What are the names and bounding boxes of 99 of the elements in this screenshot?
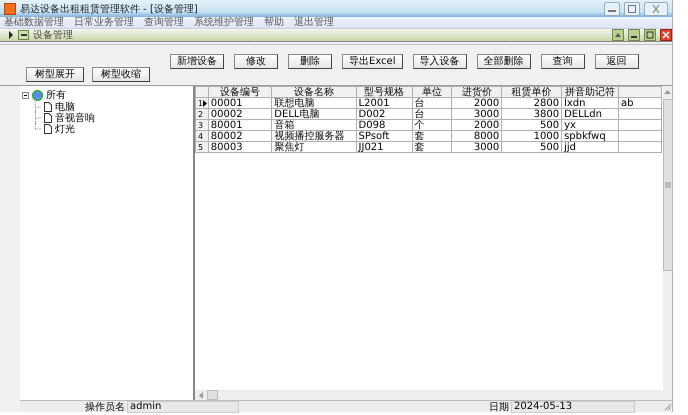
table-cell: yx	[562, 120, 618, 130]
close-button[interactable]	[644, 2, 668, 16]
menu-item[interactable]: 帮助	[264, 17, 284, 28]
table-cell: 视频播控服务器	[272, 130, 356, 142]
table-cell: 音箱	[272, 120, 356, 130]
column-header[interactable]: 设备编号	[208, 86, 272, 98]
table-cell: 3000	[452, 108, 502, 120]
tree-item[interactable]: 所有	[46, 88, 66, 102]
maximize-button[interactable]	[624, 2, 640, 16]
menu-item[interactable]: 系统维护管理	[194, 17, 254, 28]
minimize-button[interactable]	[604, 2, 620, 16]
column-header[interactable]: 设备名称	[272, 86, 356, 98]
action-button[interactable]: 全部删除	[476, 54, 530, 69]
operator-label: 操作员名	[84, 400, 126, 414]
row-pointer-icon	[202, 100, 207, 107]
table-cell: 3000	[452, 142, 502, 152]
table-cell: D002	[356, 108, 412, 120]
action-button[interactable]: 导出Excel	[342, 54, 402, 69]
column-header[interactable]: 单位	[412, 86, 452, 98]
table-cell: ab	[618, 98, 662, 108]
window-title: 易达设备出租租赁管理软件 - [设备管理]	[20, 2, 198, 16]
scroll-left-icon[interactable]	[198, 392, 203, 398]
table-cell: 8000	[452, 130, 502, 142]
menu-item[interactable]: 查询管理	[144, 17, 184, 28]
table-cell: 500	[502, 142, 562, 152]
restore-button[interactable]	[612, 29, 624, 41]
row-header[interactable]: 3	[196, 120, 208, 130]
date-field: 2024-05-13	[511, 400, 635, 412]
scroll-up-icon[interactable]	[664, 89, 671, 94]
table-cell: 00002	[208, 108, 272, 120]
close-icon	[662, 31, 670, 39]
table-cell: 套	[412, 130, 452, 142]
menu-item[interactable]: 退出管理	[294, 17, 334, 28]
table-cell: 台	[412, 108, 452, 120]
action-button[interactable]: 修改	[234, 54, 278, 69]
maximize-button[interactable]	[644, 29, 656, 41]
close-icon	[651, 4, 661, 12]
table-cell: 80003	[208, 142, 272, 152]
table-cell: lxdn	[562, 98, 618, 108]
table-cell: DELL电脑	[272, 108, 356, 120]
table-cell: 台	[412, 98, 452, 108]
action-button[interactable]: 新增设备	[170, 54, 224, 69]
table-cell: L2001	[356, 98, 412, 108]
globe-icon	[32, 90, 43, 100]
tree-item[interactable]: 灯光	[55, 122, 75, 136]
table-cell: 联想电脑	[272, 98, 356, 108]
table-cell: D098	[356, 120, 412, 130]
tree-button[interactable]: 树型展开	[26, 67, 84, 82]
date-label: 日期	[488, 400, 510, 414]
action-button[interactable]: 导入设备	[412, 54, 466, 69]
action-button[interactable]: 返回	[594, 54, 638, 69]
table-cell: spbkfwq	[562, 130, 618, 142]
table-cell: DELLdn	[562, 108, 618, 120]
operator-field: admin	[127, 400, 239, 412]
grip-icon	[664, 182, 670, 188]
row-header[interactable]: 5	[196, 142, 208, 152]
table-cell: 2000	[452, 120, 502, 130]
expand-icon[interactable]	[8, 31, 14, 39]
menu-item[interactable]: 日常业务管理	[74, 17, 134, 28]
table-cell: 套	[412, 142, 452, 152]
table-cell: JJ021	[356, 142, 412, 152]
minus-icon	[20, 32, 28, 38]
table-cell: 1000	[502, 130, 562, 142]
up-triangle-icon	[614, 32, 622, 38]
action-button[interactable]: 查询	[540, 54, 584, 69]
table-cell: SPsoft	[356, 130, 412, 142]
row-header[interactable]: 2	[196, 108, 208, 120]
table-cell: jjd	[562, 142, 618, 152]
column-header[interactable]: 拼音助记符	[562, 86, 618, 98]
table-cell: 个	[412, 120, 452, 130]
table-cell: 80001	[208, 120, 272, 130]
scroll-thumb[interactable]	[662, 99, 672, 271]
column-header[interactable]: 租赁单价	[502, 86, 562, 98]
action-button[interactable]: 删除	[288, 54, 332, 69]
menu-item[interactable]: 基础数据管理	[4, 17, 64, 28]
table-cell: 2000	[452, 98, 502, 108]
maximize-icon	[627, 4, 637, 12]
minus-button[interactable]	[18, 30, 29, 40]
scroll-thumb[interactable]	[207, 390, 218, 400]
table-cell: 聚焦灯	[272, 142, 356, 152]
row-header[interactable]: 4	[196, 130, 208, 142]
column-header[interactable]: 进货价	[452, 86, 502, 98]
column-header[interactable]: 型号规格	[356, 86, 412, 98]
child-window-title: 设备管理	[33, 29, 73, 42]
table-cell: 00001	[208, 98, 272, 108]
table-cell: 80002	[208, 130, 272, 142]
tree-button[interactable]: 树型收缩	[92, 67, 150, 82]
tree-item[interactable]: 电脑	[55, 100, 75, 114]
resize-grip-icon[interactable]	[664, 402, 672, 410]
maximize-icon	[646, 31, 654, 39]
table-cell: 500	[502, 120, 562, 130]
collapse-icon[interactable]	[22, 92, 29, 98]
table-cell: 3800	[502, 108, 562, 120]
app-icon	[4, 2, 16, 14]
row-header[interactable]: 1	[196, 98, 208, 108]
minimize-button[interactable]	[628, 29, 640, 41]
tree-item[interactable]: 音视音响	[55, 110, 95, 124]
table-cell: 2800	[502, 98, 562, 108]
close-button[interactable]	[660, 29, 672, 41]
